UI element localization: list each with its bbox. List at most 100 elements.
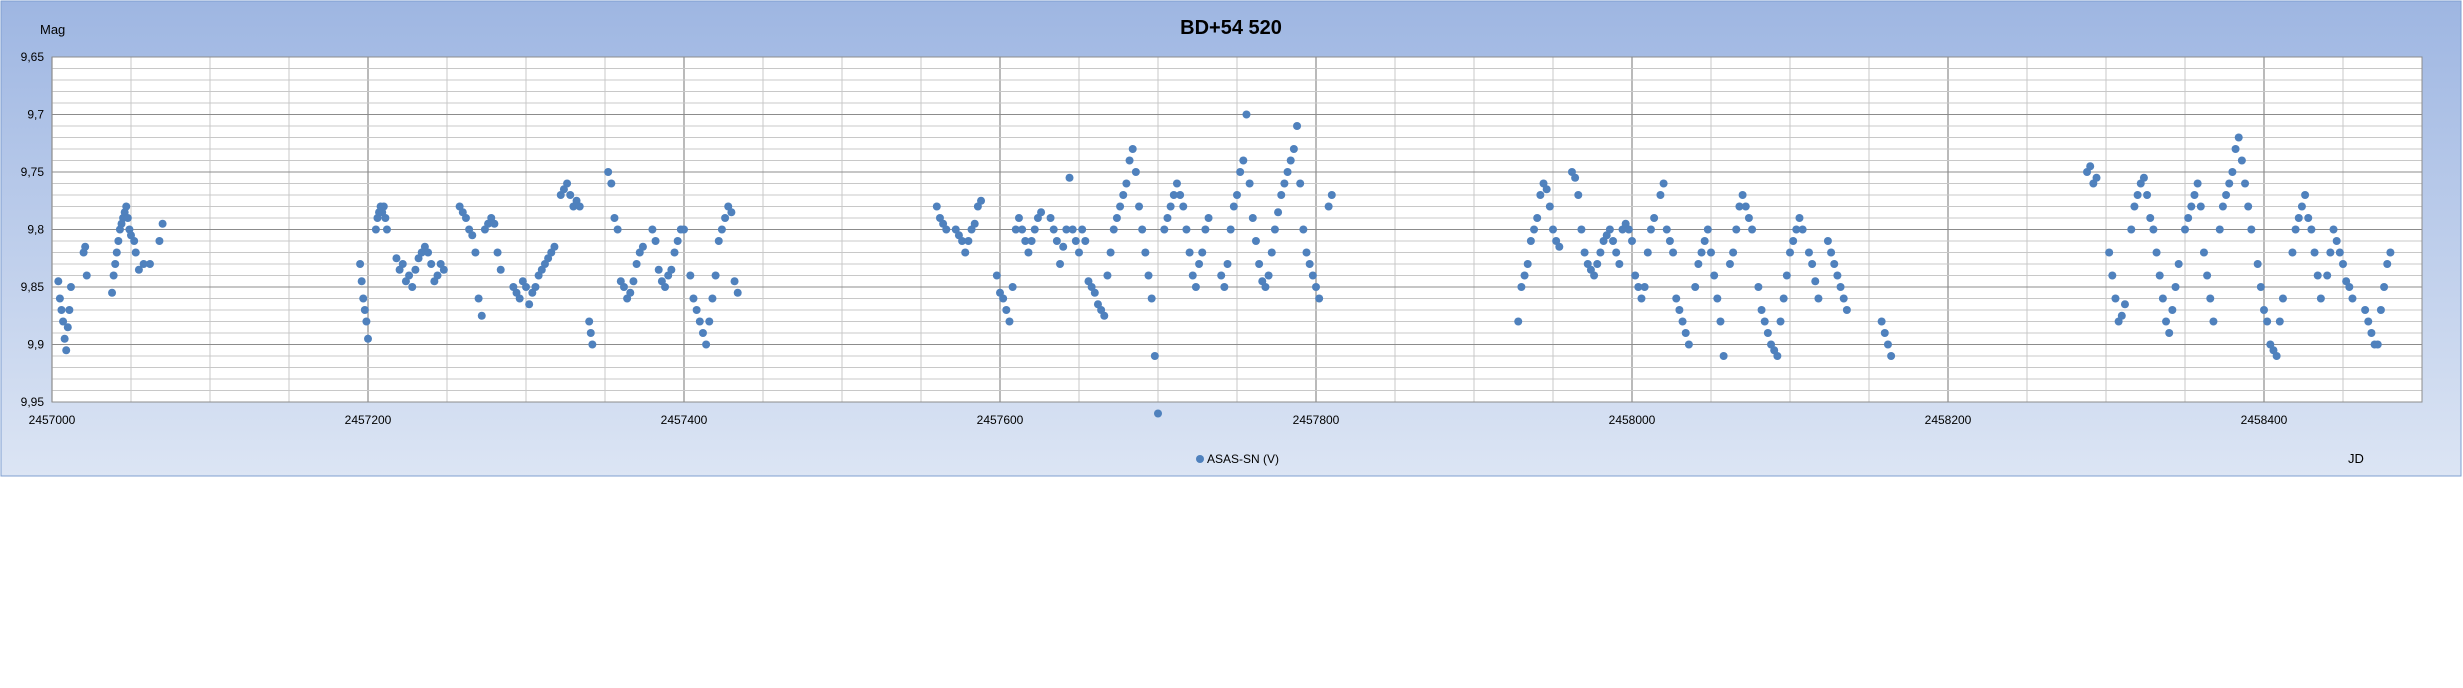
data-point [2171, 283, 2180, 291]
data-point [2373, 340, 2382, 349]
data-point [566, 191, 575, 199]
data-point [2155, 271, 2164, 280]
data-point [2228, 168, 2237, 176]
data-point [1179, 202, 1188, 211]
data-point [1596, 248, 1605, 257]
data-point [405, 271, 414, 280]
data-point [1147, 294, 1156, 303]
data-point [1286, 156, 1295, 165]
data-point [673, 237, 682, 245]
data-point [1665, 237, 1674, 245]
data-point [1223, 260, 1232, 268]
data-point [2209, 317, 2218, 326]
data-point [1763, 329, 1772, 337]
data-point [2218, 202, 2227, 211]
data-point [651, 237, 660, 245]
data-point [698, 329, 707, 337]
data-point [2323, 271, 2332, 280]
data-point [411, 265, 420, 274]
data-point [2181, 225, 2189, 234]
data-point [2168, 306, 2177, 314]
data-point [1580, 248, 1589, 257]
data-point [2307, 225, 2316, 234]
data-point [1312, 283, 1320, 291]
data-point [109, 271, 118, 280]
data-point [1141, 248, 1150, 257]
data-point [632, 260, 641, 268]
data-point [155, 237, 164, 245]
data-point [1577, 225, 1586, 234]
data-point [1204, 214, 1213, 222]
data-point [1827, 248, 1836, 257]
data-point [1327, 191, 1336, 199]
data-point [1637, 294, 1646, 303]
data-point [992, 271, 1001, 280]
data-point [1150, 352, 1159, 360]
data-point [356, 260, 365, 268]
data-point [1198, 248, 1207, 257]
data-point [2225, 179, 2234, 188]
data-point [626, 288, 635, 297]
data-point [2297, 202, 2306, 211]
data-point [1103, 271, 1112, 280]
data-point [2316, 294, 2325, 303]
data-point [648, 225, 657, 234]
data-point [2120, 300, 2129, 309]
data-point [942, 225, 951, 234]
data-point [2196, 202, 2205, 211]
data-point [695, 317, 704, 326]
data-point [2162, 317, 2171, 326]
data-point [1789, 237, 1798, 245]
data-point [2206, 294, 2215, 303]
data-point [1138, 225, 1147, 234]
data-point [563, 179, 572, 188]
data-point [2278, 294, 2287, 303]
data-point [1536, 191, 1545, 199]
data-point [1842, 306, 1851, 314]
data-point [1030, 225, 1039, 234]
data-point [531, 283, 540, 291]
data-point [1106, 248, 1115, 257]
data-point [1757, 306, 1766, 314]
data-point [1154, 409, 1162, 418]
data-point [433, 271, 442, 280]
data-point [515, 294, 524, 303]
x-tick-label: 2457400 [661, 413, 708, 427]
data-point [1700, 237, 1709, 245]
data-point [964, 237, 973, 245]
data-point [1239, 156, 1248, 165]
data-point [122, 202, 131, 211]
data-point [702, 340, 711, 349]
data-point [2193, 179, 2202, 188]
data-point [1555, 242, 1564, 251]
y-tick-label: 9,85 [21, 280, 45, 294]
data-point [359, 294, 368, 303]
data-point [1681, 329, 1690, 337]
data-point [1631, 271, 1640, 280]
data-point [2149, 225, 2158, 234]
data-point [424, 248, 433, 257]
data-point [1176, 191, 1185, 199]
data-point [2313, 271, 2322, 280]
data-point [1646, 225, 1655, 234]
data-point [477, 311, 486, 320]
data-point [1719, 352, 1728, 360]
data-point [2272, 352, 2281, 360]
data-point [638, 242, 647, 251]
data-point [1624, 225, 1633, 234]
data-point [81, 242, 90, 251]
data-point [1037, 208, 1046, 217]
data-point [1135, 202, 1144, 211]
y-tick-label: 9,75 [21, 165, 45, 179]
y-tick-label: 9,8 [27, 223, 44, 237]
data-point [1887, 352, 1896, 360]
data-point [2184, 214, 2193, 222]
data-point [2234, 133, 2243, 142]
data-point [999, 294, 1008, 303]
data-point [1116, 202, 1125, 211]
data-point [1545, 202, 1554, 211]
data-point [379, 202, 388, 211]
data-point [1018, 225, 1027, 234]
data-point [2127, 225, 2136, 234]
data-point [108, 288, 117, 297]
